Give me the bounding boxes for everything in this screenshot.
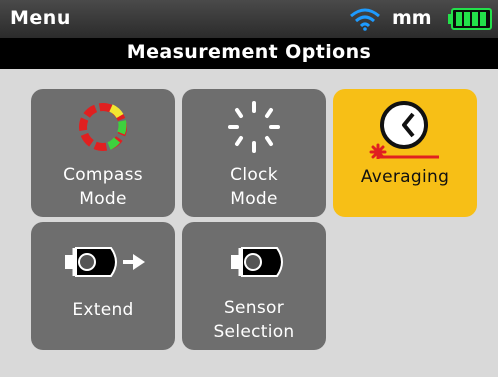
sensor-selection-tile[interactable]: Sensor Selection: [182, 222, 326, 350]
unit-indicator: mm: [392, 7, 432, 29]
clock-label-line1: Clock: [230, 165, 278, 185]
averaging-icon: [369, 101, 439, 159]
page-header: Measurement Options: [0, 38, 498, 69]
compass-label-line2: Mode: [79, 189, 127, 209]
sensor-selection-icon: [231, 247, 283, 277]
compass-mode-icon: [79, 103, 127, 151]
menu-title[interactable]: Menu: [10, 7, 71, 29]
wifi-icon: [350, 8, 380, 31]
clock-label-line2: Mode: [230, 189, 278, 209]
status-bar: Menu mm: [0, 0, 498, 38]
extend-icon: [65, 247, 145, 277]
battery-icon: [448, 8, 492, 30]
averaging-tile[interactable]: Averaging: [333, 89, 477, 217]
compass-label-line1: Compass: [63, 165, 143, 185]
compass-mode-label: Compass Mode: [31, 163, 175, 211]
clock-mode-tile[interactable]: Clock Mode: [182, 89, 326, 217]
page-title: Measurement Options: [126, 41, 372, 63]
clock-mode-icon: [228, 101, 280, 153]
sensor-selection-label: Sensor Selection: [182, 296, 326, 344]
extend-tile[interactable]: Extend: [31, 222, 175, 350]
extend-label: Extend: [72, 300, 134, 320]
averaging-label: Averaging: [360, 167, 450, 187]
sensor-label-line2: Selection: [213, 322, 295, 342]
compass-mode-tile[interactable]: Compass Mode: [31, 89, 175, 217]
clock-mode-label: Clock Mode: [182, 163, 326, 211]
sensor-label-line1: Sensor: [223, 298, 285, 318]
